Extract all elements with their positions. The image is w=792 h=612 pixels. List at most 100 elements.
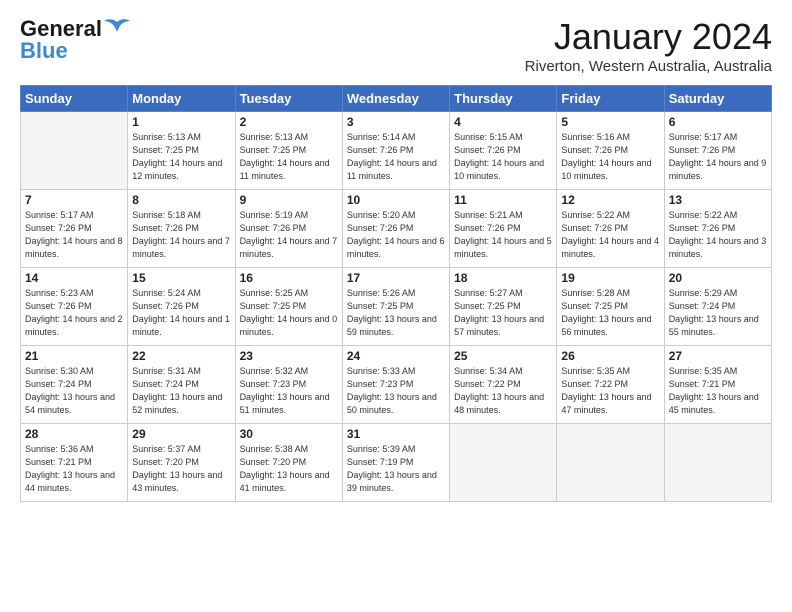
day-number: 26 bbox=[561, 349, 659, 363]
day-info: Sunrise: 5:21 AMSunset: 7:26 PMDaylight:… bbox=[454, 209, 552, 261]
calendar-cell: 28Sunrise: 5:36 AMSunset: 7:21 PMDayligh… bbox=[21, 424, 128, 502]
calendar-week-row: 1Sunrise: 5:13 AMSunset: 7:25 PMDaylight… bbox=[21, 112, 772, 190]
col-header-saturday: Saturday bbox=[664, 86, 771, 112]
day-number: 20 bbox=[669, 271, 767, 285]
calendar-cell: 31 Sunrise: 5:39 AMSunset: 7:19 PMDayligh… bbox=[342, 424, 449, 502]
month-title: January 2024 bbox=[525, 16, 772, 58]
day-info: Sunrise: 5:39 AMSunset: 7:19 PMDaylight:… bbox=[347, 443, 445, 495]
page: General Blue January 2024 Riverton, West… bbox=[0, 0, 792, 512]
calendar-cell: 5 Sunrise: 5:16 AMSunset: 7:26 PMDaylight… bbox=[557, 112, 664, 190]
header: General Blue January 2024 Riverton, West… bbox=[20, 16, 772, 75]
calendar-cell: 8Sunrise: 5:18 AMSunset: 7:26 PMDaylight… bbox=[128, 190, 235, 268]
calendar-cell: 30 Sunrise: 5:38 AMSunset: 7:20 PMDayligh… bbox=[235, 424, 342, 502]
calendar-cell: 27 Sunrise: 5:35 AMSunset: 7:21 PMDayligh… bbox=[664, 346, 771, 424]
calendar-cell: 4 Sunrise: 5:15 AMSunset: 7:26 PMDaylight… bbox=[450, 112, 557, 190]
day-number: 9 bbox=[240, 193, 338, 207]
col-header-friday: Friday bbox=[557, 86, 664, 112]
day-number: 29 bbox=[132, 427, 230, 441]
calendar-cell: 20 Sunrise: 5:29 AMSunset: 7:24 PMDayligh… bbox=[664, 268, 771, 346]
day-number: 28 bbox=[25, 427, 123, 441]
calendar-cell: 11 Sunrise: 5:21 AMSunset: 7:26 PMDayligh… bbox=[450, 190, 557, 268]
logo: General Blue bbox=[20, 16, 130, 64]
location-subtitle: Riverton, Western Australia, Australia bbox=[525, 58, 772, 75]
day-number: 19 bbox=[561, 271, 659, 285]
day-info: Sunrise: 5:14 AMSunset: 7:26 PMDaylight:… bbox=[347, 131, 445, 183]
day-number: 21 bbox=[25, 349, 123, 363]
calendar-cell: 7 Sunrise: 5:17 AMSunset: 7:26 PMDaylight… bbox=[21, 190, 128, 268]
calendar-cell: 23Sunrise: 5:32 AMSunset: 7:23 PMDayligh… bbox=[235, 346, 342, 424]
calendar-cell: 22 Sunrise: 5:31 AMSunset: 7:24 PMDayligh… bbox=[128, 346, 235, 424]
day-info: Sunrise: 5:37 AMSunset: 7:20 PMDaylight:… bbox=[132, 443, 230, 495]
calendar-cell: 16 Sunrise: 5:25 AMSunset: 7:25 PMDayligh… bbox=[235, 268, 342, 346]
calendar-cell: 18Sunrise: 5:27 AMSunset: 7:25 PMDayligh… bbox=[450, 268, 557, 346]
calendar-cell: 26 Sunrise: 5:35 AMSunset: 7:22 PMDayligh… bbox=[557, 346, 664, 424]
day-info: Sunrise: 5:18 AMSunset: 7:26 PMDaylight:… bbox=[132, 209, 230, 261]
day-info: Sunrise: 5:16 AMSunset: 7:26 PMDaylight:… bbox=[561, 131, 659, 183]
day-info: Sunrise: 5:25 AMSunset: 7:25 PMDaylight:… bbox=[240, 287, 338, 339]
day-number: 14 bbox=[25, 271, 123, 285]
calendar-week-row: 28Sunrise: 5:36 AMSunset: 7:21 PMDayligh… bbox=[21, 424, 772, 502]
day-number: 24 bbox=[347, 349, 445, 363]
calendar-cell: 21 Sunrise: 5:30 AMSunset: 7:24 PMDayligh… bbox=[21, 346, 128, 424]
day-number: 2 bbox=[240, 115, 338, 129]
day-info: Sunrise: 5:30 AMSunset: 7:24 PMDaylight:… bbox=[25, 365, 123, 417]
day-info: Sunrise: 5:35 AMSunset: 7:21 PMDaylight:… bbox=[669, 365, 767, 417]
day-number: 6 bbox=[669, 115, 767, 129]
calendar-cell: 6 Sunrise: 5:17 AMSunset: 7:26 PMDaylight… bbox=[664, 112, 771, 190]
logo-bird-icon bbox=[104, 18, 130, 40]
calendar-cell: 10 Sunrise: 5:20 AMSunset: 7:26 PMDayligh… bbox=[342, 190, 449, 268]
col-header-wednesday: Wednesday bbox=[342, 86, 449, 112]
calendar-cell bbox=[21, 112, 128, 190]
day-number: 16 bbox=[240, 271, 338, 285]
col-header-thursday: Thursday bbox=[450, 86, 557, 112]
day-number: 4 bbox=[454, 115, 552, 129]
col-header-sunday: Sunday bbox=[21, 86, 128, 112]
day-info: Sunrise: 5:38 AMSunset: 7:20 PMDaylight:… bbox=[240, 443, 338, 495]
day-number: 17 bbox=[347, 271, 445, 285]
calendar-cell: 24Sunrise: 5:33 AMSunset: 7:23 PMDayligh… bbox=[342, 346, 449, 424]
calendar-cell: 13Sunrise: 5:22 AMSunset: 7:26 PMDayligh… bbox=[664, 190, 771, 268]
day-number: 30 bbox=[240, 427, 338, 441]
day-number: 5 bbox=[561, 115, 659, 129]
day-info: Sunrise: 5:29 AMSunset: 7:24 PMDaylight:… bbox=[669, 287, 767, 339]
col-header-monday: Monday bbox=[128, 86, 235, 112]
day-info: Sunrise: 5:19 AMSunset: 7:26 PMDaylight:… bbox=[240, 209, 338, 261]
calendar-cell: 25 Sunrise: 5:34 AMSunset: 7:22 PMDayligh… bbox=[450, 346, 557, 424]
day-info: Sunrise: 5:17 AMSunset: 7:26 PMDaylight:… bbox=[669, 131, 767, 183]
day-number: 11 bbox=[454, 193, 552, 207]
day-info: Sunrise: 5:26 AMSunset: 7:25 PMDaylight:… bbox=[347, 287, 445, 339]
calendar-cell: 17 Sunrise: 5:26 AMSunset: 7:25 PMDayligh… bbox=[342, 268, 449, 346]
day-info: Sunrise: 5:15 AMSunset: 7:26 PMDaylight:… bbox=[454, 131, 552, 183]
day-number: 25 bbox=[454, 349, 552, 363]
day-info: Sunrise: 5:31 AMSunset: 7:24 PMDaylight:… bbox=[132, 365, 230, 417]
day-info: Sunrise: 5:35 AMSunset: 7:22 PMDaylight:… bbox=[561, 365, 659, 417]
day-number: 12 bbox=[561, 193, 659, 207]
calendar-cell bbox=[557, 424, 664, 502]
day-info: Sunrise: 5:20 AMSunset: 7:26 PMDaylight:… bbox=[347, 209, 445, 261]
day-number: 15 bbox=[132, 271, 230, 285]
day-number: 31 bbox=[347, 427, 445, 441]
day-info: Sunrise: 5:34 AMSunset: 7:22 PMDaylight:… bbox=[454, 365, 552, 417]
day-info: Sunrise: 5:22 AMSunset: 7:26 PMDaylight:… bbox=[669, 209, 767, 261]
day-info: Sunrise: 5:13 AMSunset: 7:25 PMDaylight:… bbox=[240, 131, 338, 183]
calendar-cell: 2 Sunrise: 5:13 AMSunset: 7:25 PMDaylight… bbox=[235, 112, 342, 190]
calendar-week-row: 21 Sunrise: 5:30 AMSunset: 7:24 PMDayligh… bbox=[21, 346, 772, 424]
calendar-cell: 1Sunrise: 5:13 AMSunset: 7:25 PMDaylight… bbox=[128, 112, 235, 190]
calendar-cell: 29 Sunrise: 5:37 AMSunset: 7:20 PMDayligh… bbox=[128, 424, 235, 502]
calendar-cell: 9 Sunrise: 5:19 AMSunset: 7:26 PMDaylight… bbox=[235, 190, 342, 268]
day-info: Sunrise: 5:32 AMSunset: 7:23 PMDaylight:… bbox=[240, 365, 338, 417]
calendar-cell: 15Sunrise: 5:24 AMSunset: 7:26 PMDayligh… bbox=[128, 268, 235, 346]
day-info: Sunrise: 5:17 AMSunset: 7:26 PMDaylight:… bbox=[25, 209, 123, 261]
calendar-cell: 14 Sunrise: 5:23 AMSunset: 7:26 PMDayligh… bbox=[21, 268, 128, 346]
day-info: Sunrise: 5:22 AMSunset: 7:26 PMDaylight:… bbox=[561, 209, 659, 261]
calendar-header-row: SundayMondayTuesdayWednesdayThursdayFrid… bbox=[21, 86, 772, 112]
day-number: 10 bbox=[347, 193, 445, 207]
day-info: Sunrise: 5:28 AMSunset: 7:25 PMDaylight:… bbox=[561, 287, 659, 339]
day-number: 22 bbox=[132, 349, 230, 363]
day-number: 27 bbox=[669, 349, 767, 363]
day-number: 7 bbox=[25, 193, 123, 207]
day-number: 3 bbox=[347, 115, 445, 129]
col-header-tuesday: Tuesday bbox=[235, 86, 342, 112]
calendar-table: SundayMondayTuesdayWednesdayThursdayFrid… bbox=[20, 85, 772, 502]
day-info: Sunrise: 5:23 AMSunset: 7:26 PMDaylight:… bbox=[25, 287, 123, 339]
